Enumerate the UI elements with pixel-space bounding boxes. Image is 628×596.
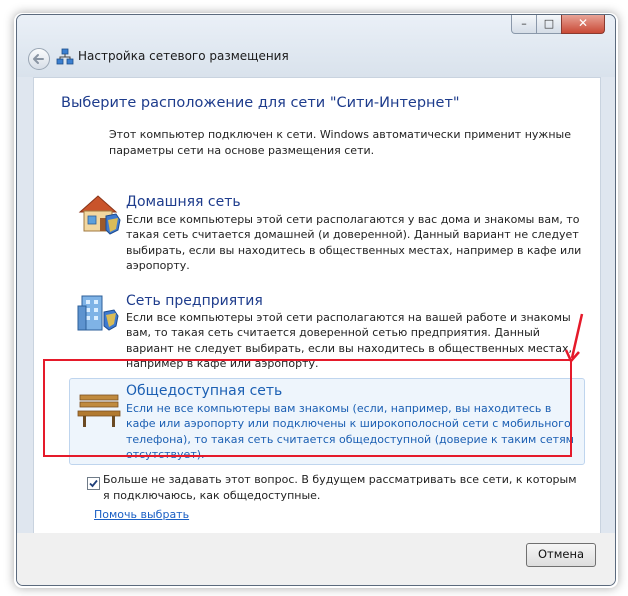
window-title: Настройка сетевого размещения — [78, 49, 289, 63]
network-icon — [56, 48, 74, 65]
checkmark-icon — [89, 479, 98, 488]
content-panel: Выберите расположение для сети "Сити-Инт… — [33, 77, 601, 534]
dont-ask-again-checkbox[interactable] — [87, 477, 100, 490]
home-network-icon — [78, 195, 121, 235]
close-button[interactable]: ✕ — [561, 15, 605, 34]
highlight-frame — [43, 359, 572, 457]
title-bar: – □ ✕ Настройка сетевого размещения — [17, 15, 615, 77]
back-arrow-icon — [33, 54, 44, 64]
page-heading: Выберите расположение для сети "Сити-Инт… — [61, 95, 460, 111]
dialog-window: – □ ✕ Настройка сетевого размещения Выбе… — [16, 14, 616, 586]
annotation-arrow-icon — [564, 313, 584, 363]
home-network-description[interactable]: Если все компьютеры этой сети располагаю… — [126, 212, 588, 273]
maximize-button[interactable]: □ — [536, 15, 562, 34]
dont-ask-again-label[interactable]: Больше не задавать этот вопрос. В будуще… — [103, 472, 583, 503]
cancel-button[interactable]: Отмена — [526, 543, 596, 567]
intro-text: Этот компьютер подключен к сети. Windows… — [109, 128, 571, 157]
work-network-icon — [77, 295, 119, 331]
help-choose-link[interactable]: Помочь выбрать — [94, 508, 189, 521]
maximize-icon: □ — [543, 17, 555, 30]
back-button[interactable] — [28, 48, 50, 70]
dialog-footer: Отмена — [17, 533, 615, 585]
home-network-title[interactable]: Домашняя сеть — [126, 194, 241, 210]
minimize-button[interactable]: – — [511, 15, 537, 34]
minimize-icon: – — [521, 17, 527, 30]
work-network-title[interactable]: Сеть предприятия — [126, 293, 263, 309]
close-icon: ✕ — [577, 16, 589, 30]
